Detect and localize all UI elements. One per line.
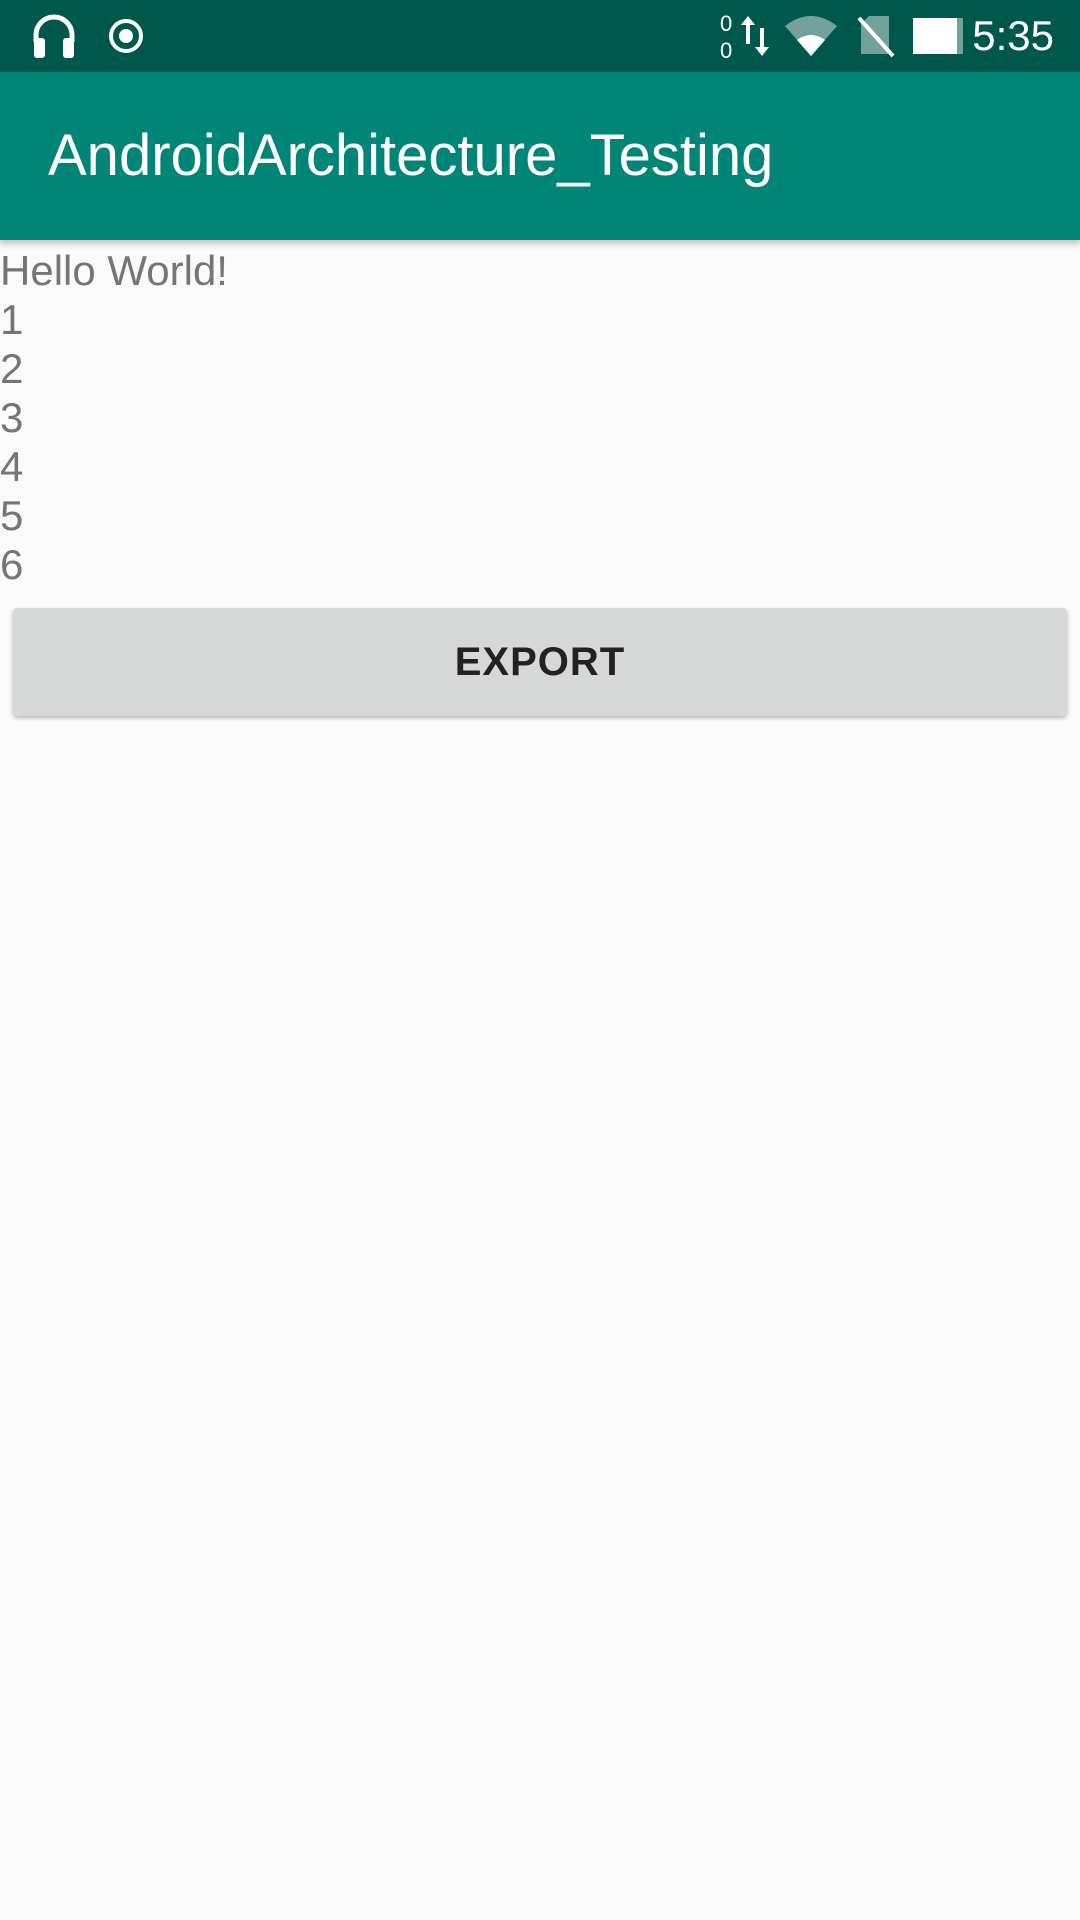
export-button[interactable]: EXPORT bbox=[13, 608, 1067, 716]
data-counts: 0 0 bbox=[720, 10, 736, 64]
list-item: 3 bbox=[0, 394, 24, 441]
status-bar: 0 0 5:35 bbox=[0, 0, 1080, 72]
data-transfer-icon bbox=[738, 0, 772, 72]
text-lines: Hello World! 1 2 3 4 5 6 bbox=[0, 246, 228, 589]
wifi-icon bbox=[782, 0, 840, 72]
app-bar: AndroidArchitecture_Testing bbox=[0, 72, 1080, 240]
no-sim-icon bbox=[856, 0, 896, 72]
list-item: 1 bbox=[0, 296, 24, 343]
list-item: 4 bbox=[0, 443, 24, 490]
list-item: 6 bbox=[0, 541, 24, 588]
battery-icon bbox=[910, 0, 966, 72]
main-content: Hello World! 1 2 3 4 5 6 EXPORT bbox=[0, 240, 1080, 1920]
list-item: 5 bbox=[0, 492, 24, 539]
hello-text: Hello World! bbox=[0, 247, 228, 294]
location-target-icon bbox=[104, 0, 148, 72]
data-down-count: 0 bbox=[720, 38, 733, 63]
status-time: 5:35 bbox=[972, 12, 1054, 59]
app-title: AndroidArchitecture_Testing bbox=[48, 123, 774, 188]
headphones-icon bbox=[28, 0, 80, 72]
data-up-count: 0 bbox=[720, 11, 733, 36]
list-item: 2 bbox=[0, 345, 24, 392]
